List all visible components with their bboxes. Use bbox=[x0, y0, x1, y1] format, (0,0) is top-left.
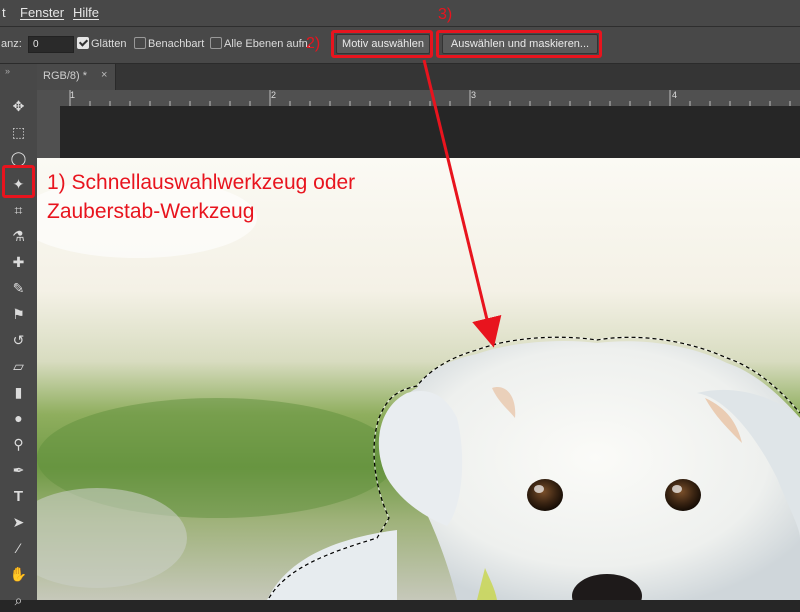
dodge-icon[interactable]: ⚲ bbox=[4, 432, 33, 456]
ruler-mark-4: 4 bbox=[672, 90, 678, 100]
document-tab-label: RGB/8) * bbox=[43, 70, 88, 82]
eraser-icon[interactable]: ▱ bbox=[4, 354, 33, 378]
healing-icon[interactable]: ✚ bbox=[4, 250, 33, 274]
collapse-icon[interactable]: » bbox=[5, 66, 10, 76]
smooth-checkbox[interactable] bbox=[77, 37, 89, 49]
tool-panel: » ✥ ⬚ ◯ ✦ ⌗ ⚗ ✚ ✎ ⚑ ↺ ▱ ▮ ● ⚲ ✒ T ➤ ⁄ ✋ ⌕ bbox=[0, 64, 38, 608]
blur-icon[interactable]: ● bbox=[4, 406, 33, 430]
close-tab-icon[interactable]: × bbox=[101, 69, 107, 81]
eyedropper-icon[interactable]: ⚗ bbox=[4, 224, 33, 248]
type-icon[interactable]: T bbox=[4, 484, 33, 508]
document-tab[interactable]: RGB/8) * × bbox=[37, 64, 116, 90]
annotation-step1-line1: 1) Schnellauswahlwerkzeug oder bbox=[47, 171, 356, 194]
step2-label: 2) bbox=[306, 35, 321, 52]
menu-bar: t Fenster Hilfe 3) bbox=[0, 0, 800, 27]
pen-icon[interactable]: ✒ bbox=[4, 458, 33, 482]
hand-icon[interactable]: ✋ bbox=[4, 562, 33, 586]
ruler-mark-2: 2 bbox=[271, 90, 277, 100]
path-select-icon[interactable]: ➤ bbox=[4, 510, 33, 534]
horizontal-ruler: 1 2 3 4 bbox=[60, 90, 800, 107]
highlight-box-step2 bbox=[331, 30, 433, 58]
annotation-step1-line2: Zauberstab-Werkzeug bbox=[47, 200, 255, 223]
options-bar: anz: 0 Glätten Benachbart Alle Ebenen au… bbox=[0, 27, 800, 64]
contiguous-label: Benachbart bbox=[148, 38, 205, 50]
line-icon[interactable]: ⁄ bbox=[4, 536, 33, 560]
ruler-mark-1: 1 bbox=[70, 90, 76, 100]
menu-item-hilfe[interactable]: Hilfe bbox=[73, 5, 99, 20]
contiguous-checkbox[interactable] bbox=[134, 37, 146, 49]
ruler-mark-3: 3 bbox=[471, 90, 477, 100]
canvas-pasteboard bbox=[60, 106, 800, 158]
step3-label: 3) bbox=[438, 6, 453, 23]
menu-item-window-partial[interactable]: t bbox=[2, 5, 6, 20]
tolerance-input[interactable]: 0 bbox=[28, 36, 74, 53]
crop-icon[interactable]: ⌗ bbox=[4, 198, 33, 222]
highlight-box-step1 bbox=[2, 165, 35, 198]
tolerance-label: anz: bbox=[1, 38, 22, 50]
menu-item-fenster[interactable]: Fenster bbox=[20, 5, 64, 20]
history-brush-icon[interactable]: ↺ bbox=[4, 328, 33, 352]
ruler-corner bbox=[37, 90, 60, 107]
ruler-ticks bbox=[69, 90, 791, 106]
marquee-icon[interactable]: ⬚ bbox=[4, 120, 33, 144]
zoom-icon[interactable]: ⌕ bbox=[4, 588, 33, 612]
move-icon[interactable]: ✥ bbox=[4, 94, 33, 118]
smooth-label: Glätten bbox=[91, 38, 127, 50]
highlight-box-step3 bbox=[436, 30, 602, 58]
stamp-icon[interactable]: ⚑ bbox=[4, 302, 33, 326]
all-layers-label: Alle Ebenen aufn. bbox=[224, 38, 311, 50]
brush-icon[interactable]: ✎ bbox=[4, 276, 33, 300]
all-layers-checkbox[interactable] bbox=[210, 37, 222, 49]
document-tab-bar: RGB/8) * × bbox=[37, 64, 800, 91]
gradient-icon[interactable]: ▮ bbox=[4, 380, 33, 404]
